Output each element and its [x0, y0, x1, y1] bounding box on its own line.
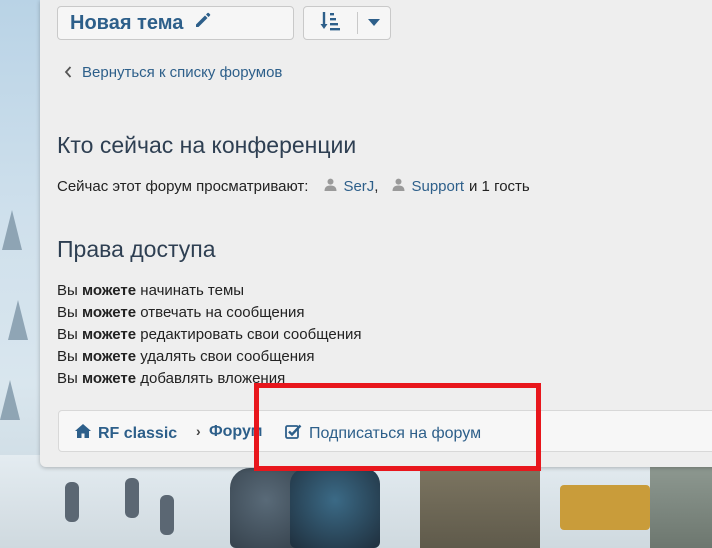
sort-button[interactable] [304, 10, 357, 37]
background-vehicle [560, 485, 650, 530]
permission-strong: можете [81, 326, 137, 343]
permission-text: начинать темы [140, 282, 245, 299]
permission-item: Вы можете удалять свои сообщения [57, 346, 362, 368]
breadcrumb-home-link[interactable]: RF classic [74, 423, 177, 444]
background-tree [0, 380, 20, 420]
permission-strong: можете [81, 348, 137, 365]
guests-count: и 1 гость [469, 178, 530, 195]
back-link-label: Вернуться к списку форумов [82, 64, 283, 81]
caret-down-icon [367, 14, 380, 32]
permission-text: отвечать на сообщения [140, 304, 305, 321]
permission-prefix: Вы [57, 282, 78, 299]
sort-dropdown-button[interactable] [303, 6, 391, 40]
chevron-left-icon [64, 65, 72, 81]
user-icon [324, 178, 343, 195]
permission-text: удалять свои сообщения [140, 348, 315, 365]
background-building [420, 470, 540, 548]
permission-prefix: Вы [57, 348, 78, 365]
online-user-name: Support [411, 178, 465, 195]
highlight-annotation-box [254, 383, 541, 471]
permission-strong: можете [81, 282, 137, 299]
background-tree [8, 300, 28, 340]
background-figure [65, 482, 79, 522]
permission-strong: можете [81, 370, 137, 387]
new-topic-label: Новая тема [70, 11, 184, 34]
permissions-list: Вы можете начинать темы Вы можете отвеча… [57, 280, 362, 390]
sort-amount-icon [319, 10, 341, 37]
home-icon [74, 423, 98, 444]
background-mech [290, 468, 380, 548]
permission-strong: можете [81, 304, 137, 321]
who-online-line: Сейчас этот форум просматривают: SerJ , … [57, 178, 530, 195]
new-topic-button[interactable]: Новая тема [57, 6, 294, 40]
permission-item: Вы можете редактировать свои сообщения [57, 324, 362, 346]
permission-item: Вы можете отвечать на сообщения [57, 302, 362, 324]
user-icon [392, 178, 411, 195]
permission-text: редактировать свои сообщения [140, 326, 362, 343]
background-figure [160, 495, 174, 535]
who-online-title: Кто сейчас на конференции [57, 132, 357, 158]
permission-prefix: Вы [57, 326, 78, 343]
background-figure [125, 478, 139, 518]
breadcrumb-separator: › [196, 423, 201, 439]
online-user-name: SerJ [343, 178, 375, 195]
breadcrumb-home-label: RF classic [98, 424, 178, 442]
permission-item: Вы можете начинать темы [57, 280, 362, 302]
permission-prefix: Вы [57, 370, 78, 387]
permissions-title: Права доступа [57, 236, 216, 262]
online-user-support[interactable]: Support [392, 178, 464, 195]
background-tree [2, 210, 22, 250]
background-building [650, 462, 712, 548]
online-user-serj[interactable]: SerJ [324, 178, 374, 195]
user-separator: , [374, 178, 379, 195]
sort-options-toggle[interactable] [358, 14, 390, 32]
back-to-forums-link[interactable]: Вернуться к списку форумов [64, 64, 282, 81]
permission-prefix: Вы [57, 304, 78, 321]
pencil-icon [193, 10, 213, 36]
who-online-prefix: Сейчас этот форум просматривают: [57, 178, 309, 195]
